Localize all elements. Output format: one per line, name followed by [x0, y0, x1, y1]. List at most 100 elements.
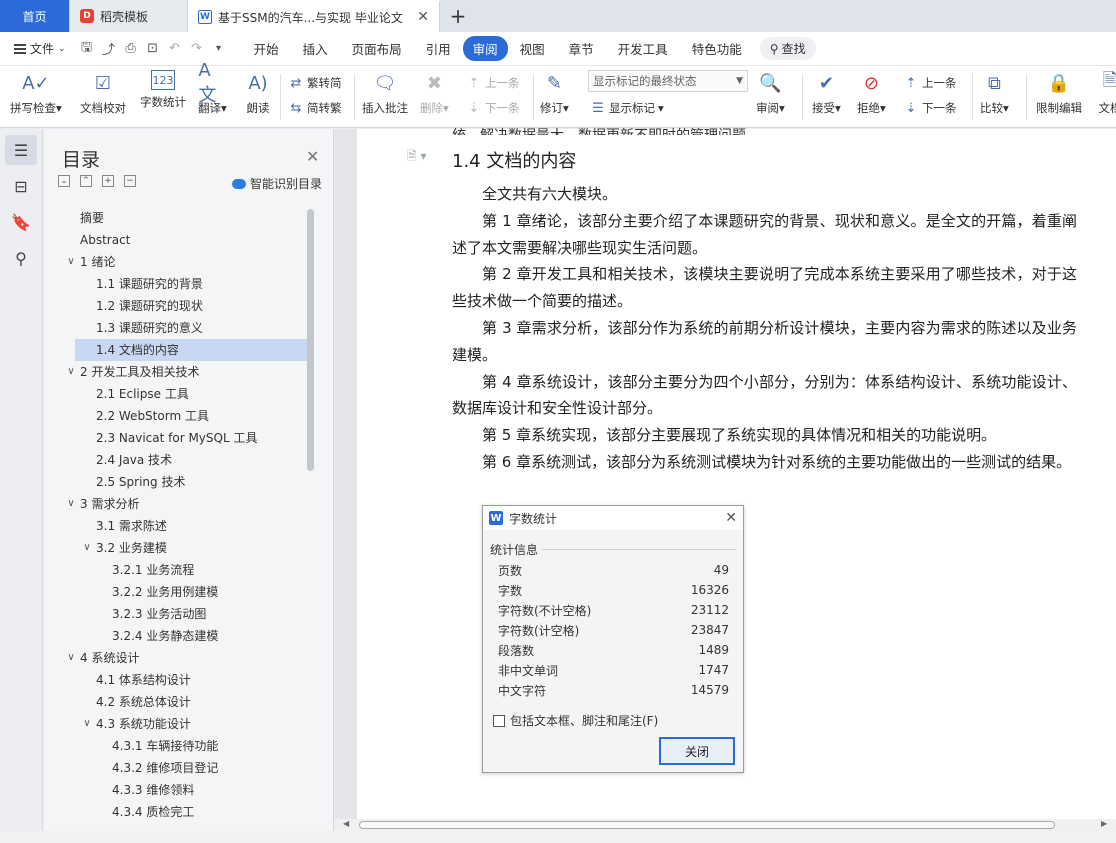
- accept-button[interactable]: ✔ 接受▾: [812, 70, 841, 116]
- toc-item[interactable]: Abstract: [44, 229, 312, 251]
- toc-item[interactable]: 1.4 文档的内容: [75, 339, 307, 361]
- search-icon[interactable]: ⚲: [5, 243, 37, 273]
- toc-item[interactable]: 2.5 Spring 技术: [44, 471, 312, 493]
- toc-item[interactable]: 3.2.4 业务静态建模: [44, 625, 312, 647]
- customize-quick-access-icon[interactable]: ▾: [208, 38, 230, 60]
- smart-detect-toc-button[interactable]: 智能识别目录: [232, 175, 322, 192]
- include-textbox-checkbox[interactable]: 包括文本框、脚注和尾注(F): [493, 712, 658, 729]
- spell-check-button[interactable]: A✓ 拼写检查▾: [10, 70, 62, 116]
- toc-item[interactable]: 1.3 课题研究的意义: [44, 317, 312, 339]
- collapse-all-icon[interactable]: ⌄: [58, 175, 70, 187]
- close-icon[interactable]: ✕: [306, 147, 319, 166]
- tab-insert[interactable]: 插入: [291, 36, 340, 61]
- toc-item[interactable]: 4.3.1 车辆接待功能: [44, 735, 312, 757]
- simp-to-trad-button[interactable]: ⇆ 简转繁: [288, 100, 342, 116]
- tab-start[interactable]: 开始: [242, 36, 291, 61]
- toc-item[interactable]: 4.3.2 维修项目登记: [44, 757, 312, 779]
- translate-button[interactable]: A文 翻译▾: [198, 60, 227, 116]
- close-button[interactable]: 关闭: [659, 737, 735, 765]
- save-icon[interactable]: 🖫: [76, 38, 98, 60]
- chevron-down-icon[interactable]: ∨: [64, 493, 78, 515]
- bookmark-icon[interactable]: 🔖: [5, 207, 37, 237]
- tab-home[interactable]: 首页: [0, 0, 70, 32]
- toc-panel-icon[interactable]: ☰: [5, 135, 37, 165]
- prev-comment-button[interactable]: ⇡ 上一条: [466, 75, 520, 91]
- undo-icon[interactable]: ↶: [164, 38, 186, 60]
- toc-item[interactable]: 2.1 Eclipse 工具: [44, 383, 312, 405]
- chapter-nav-icon[interactable]: ⊟: [5, 171, 37, 201]
- paragraph-layout-icon[interactable]: 🗎 ▾: [407, 147, 427, 168]
- toc-item[interactable]: 4.2 系统总体设计: [44, 691, 312, 713]
- markup-state-select[interactable]: 显示标记的最终状态 ▼: [588, 70, 748, 92]
- toc-scrollbar[interactable]: [307, 209, 314, 471]
- toc-item[interactable]: ∨ 1 绪论: [44, 251, 312, 273]
- file-menu-button[interactable]: 文件 ⌄: [0, 40, 76, 57]
- print-preview-icon[interactable]: ⊡: [142, 38, 164, 60]
- toc-item[interactable]: 3.2.3 业务活动图: [44, 603, 312, 625]
- word-count-button[interactable]: 123 字数统计: [140, 70, 186, 110]
- tab-view[interactable]: 视图: [508, 36, 557, 61]
- toc-item[interactable]: 3.2.2 业务用例建模: [44, 581, 312, 603]
- toc-item[interactable]: ∨ 3 需求分析: [44, 493, 312, 515]
- tab-review[interactable]: 审阅: [462, 36, 508, 61]
- redo-icon[interactable]: ↷: [186, 38, 208, 60]
- toc-item[interactable]: 2.4 Java 技术: [44, 449, 312, 471]
- dialog-title-bar[interactable]: W 字数统计 ✕: [483, 506, 743, 530]
- track-changes-button[interactable]: ✎ 修订▾: [540, 70, 569, 116]
- remove-item-icon[interactable]: −: [124, 175, 136, 187]
- toc-item[interactable]: 2.2 WebStorm 工具: [44, 405, 312, 427]
- chevron-down-icon[interactable]: ∨: [80, 537, 94, 559]
- tab-developer[interactable]: 开发工具: [606, 36, 680, 61]
- scroll-right-icon[interactable]: ▶: [1101, 819, 1107, 828]
- reject-button[interactable]: ⊘ 拒绝▾: [857, 70, 886, 116]
- tab-template[interactable]: D 稻壳模板: [70, 0, 188, 32]
- tab-references[interactable]: 引用: [414, 36, 463, 61]
- expand-all-icon[interactable]: ⌃: [80, 175, 92, 187]
- toc-item[interactable]: ∨ 2 开发工具及相关技术: [44, 361, 312, 383]
- tab-section[interactable]: 章节: [557, 36, 606, 61]
- close-tab-icon[interactable]: ✕: [417, 9, 429, 25]
- chevron-down-icon[interactable]: ∨: [80, 713, 94, 735]
- compare-button[interactable]: ⧉ 比较▾: [980, 70, 1009, 116]
- close-icon[interactable]: ✕: [725, 510, 737, 526]
- document-more-button[interactable]: 🗎 文档: [1096, 70, 1116, 116]
- toc-item[interactable]: 2.3 Navicat for MySQL 工具: [44, 427, 312, 449]
- prev-change-button[interactable]: ⇡ 上一条: [903, 75, 957, 91]
- tab-special-features[interactable]: 特色功能: [680, 36, 754, 61]
- review-pane-button[interactable]: 🔍 审阅▾: [756, 70, 785, 116]
- toc-item[interactable]: ∨ 3.2 业务建模: [44, 537, 312, 559]
- tab-page-layout[interactable]: 页面布局: [340, 36, 414, 61]
- toc-item[interactable]: 3.2.1 业务流程: [44, 559, 312, 581]
- checkbox[interactable]: [493, 714, 505, 727]
- trad-to-simp-button[interactable]: ⇄ 繁转简: [288, 75, 342, 91]
- chevron-down-icon[interactable]: ∨: [64, 647, 78, 669]
- next-comment-button[interactable]: ⇣ 下一条: [466, 100, 520, 116]
- toc-item[interactable]: 4.3.3 维修领料: [44, 779, 312, 801]
- toc-item[interactable]: 摘要: [44, 207, 312, 229]
- toc-item[interactable]: 1.1 课题研究的背景: [44, 273, 312, 295]
- tab-document[interactable]: W 基于SSM的汽车...与实现 毕业论文 ✕: [188, 0, 440, 32]
- search-button[interactable]: ⚲ 查找: [759, 37, 816, 60]
- chevron-down-icon[interactable]: ∨: [64, 361, 78, 383]
- toc-item[interactable]: 1.2 课题研究的现状: [44, 295, 312, 317]
- scroll-left-icon[interactable]: ◀: [343, 819, 349, 828]
- restrict-edit-button[interactable]: 🔒 限制编辑: [1036, 70, 1082, 116]
- add-item-icon[interactable]: +: [102, 175, 114, 187]
- insert-comment-button[interactable]: 🗨 插入批注: [362, 70, 408, 116]
- doc-proof-button[interactable]: ☑ 文档校对: [80, 70, 126, 116]
- scrollbar-thumb[interactable]: [359, 821, 1055, 829]
- toc-item[interactable]: ∨ 4.3 系统功能设计: [44, 713, 312, 735]
- toc-item[interactable]: 4.3.4 质检完工: [44, 801, 312, 819]
- print-icon[interactable]: ⎙: [120, 38, 142, 60]
- delete-comment-button[interactable]: ✖ 删除▾: [420, 70, 449, 116]
- toc-item[interactable]: ∨ 4 系统设计: [44, 647, 312, 669]
- horizontal-scrollbar[interactable]: ◀ ▶: [335, 819, 1116, 831]
- show-markup-button[interactable]: ☰ 显示标记 ▾: [590, 100, 664, 116]
- toc-item[interactable]: 3.1 需求陈述: [44, 515, 312, 537]
- toc-item[interactable]: 4.1 体系结构设计: [44, 669, 312, 691]
- chevron-down-icon[interactable]: ∨: [64, 251, 78, 273]
- export-pdf-icon[interactable]: ⤴: [98, 38, 120, 60]
- new-tab-button[interactable]: +: [440, 0, 476, 32]
- next-change-button[interactable]: ⇣ 下一条: [903, 100, 957, 116]
- read-aloud-button[interactable]: A) 朗读: [244, 70, 272, 116]
